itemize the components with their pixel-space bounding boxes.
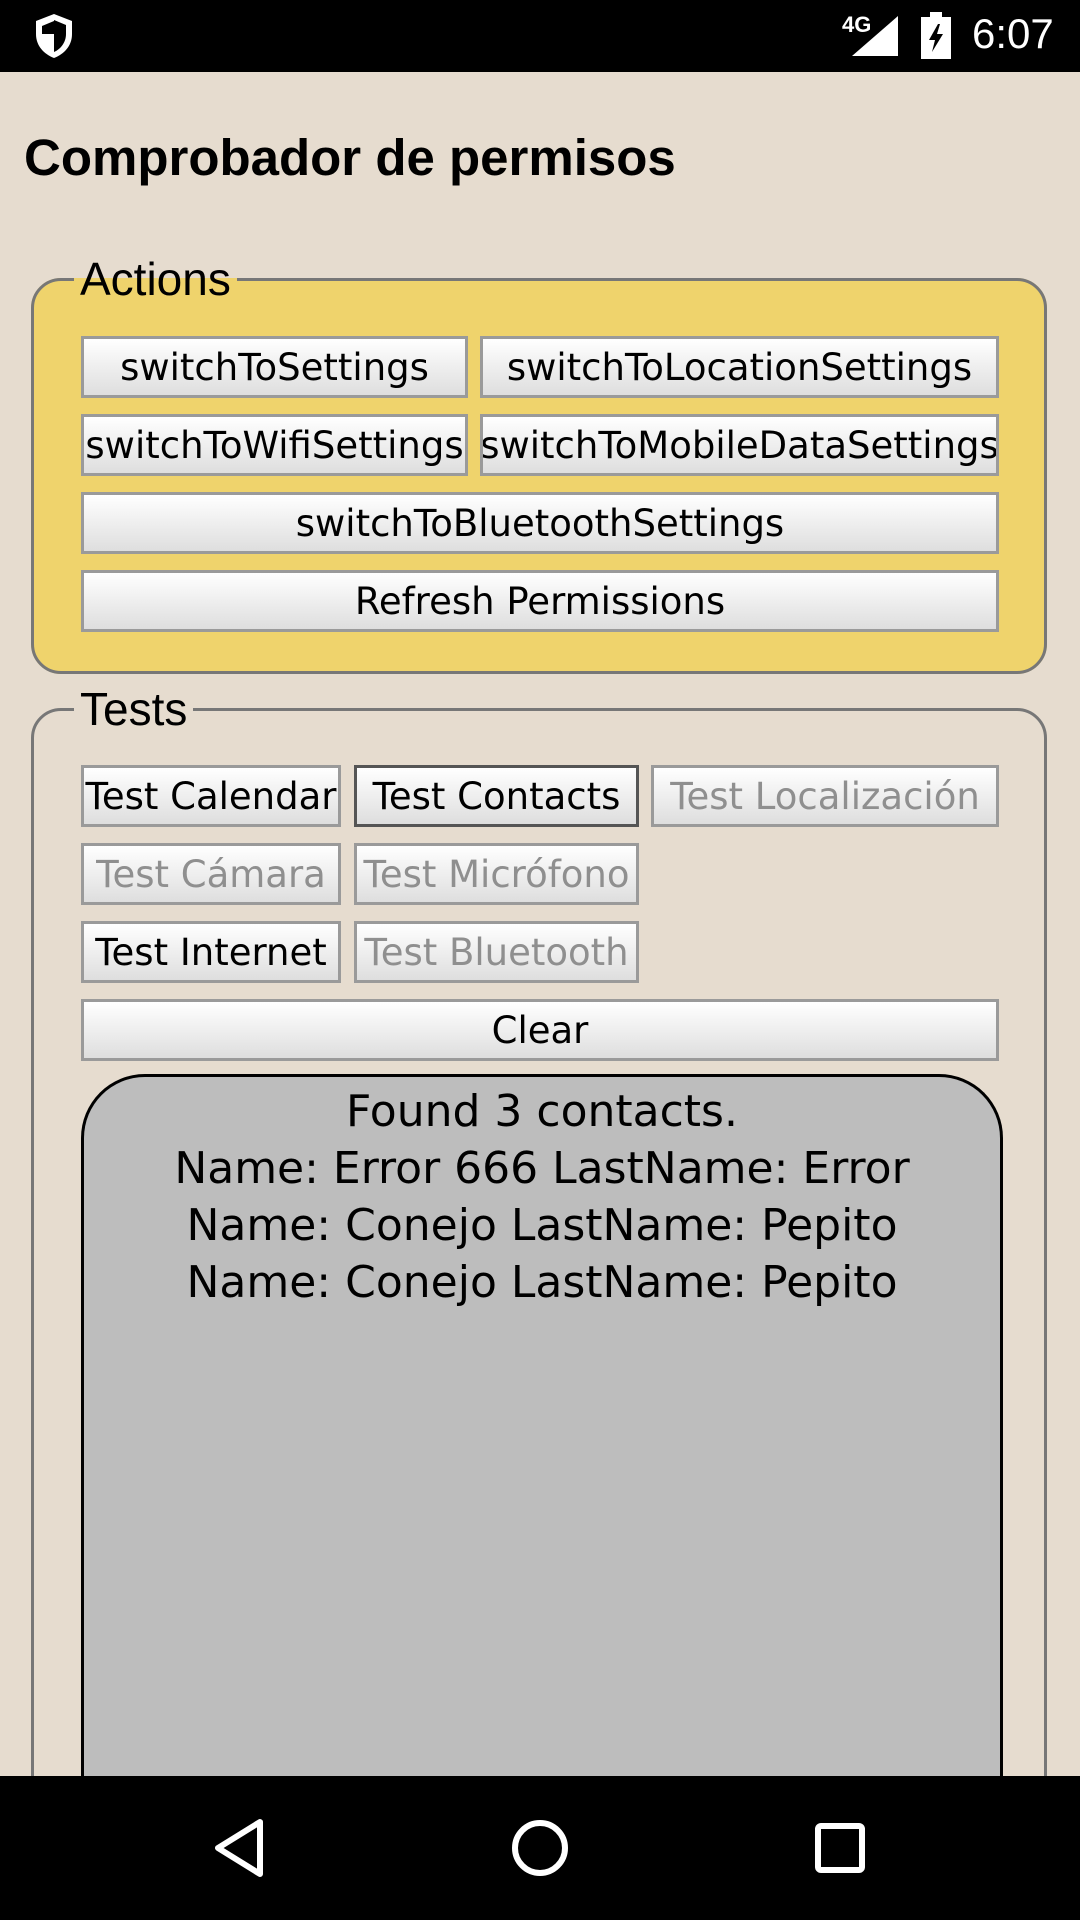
test-camera-button[interactable]: Test Cámara: [81, 843, 341, 905]
test-calendar-button[interactable]: Test Calendar: [81, 765, 341, 827]
test-internet-button[interactable]: Test Internet: [81, 921, 341, 983]
actions-legend: Actions: [80, 253, 231, 305]
recent-apps-icon[interactable]: [800, 1808, 880, 1888]
result-line: Name: Conejo LastName: Pepito: [186, 1257, 898, 1308]
tests-legend: Tests: [80, 683, 188, 735]
switch-to-settings-button[interactable]: switchToSettings: [81, 336, 468, 398]
signal-icon: [852, 16, 898, 56]
home-icon[interactable]: [500, 1808, 580, 1888]
test-contacts-button[interactable]: Test Contacts: [354, 765, 639, 827]
switch-to-bluetooth-settings-button[interactable]: switchToBluetoothSettings: [81, 492, 999, 554]
navigation-bar: [0, 1776, 1080, 1920]
switch-to-location-settings-button[interactable]: switchToLocationSettings: [480, 336, 999, 398]
battery-charging-icon: [921, 12, 951, 59]
test-bluetooth-button[interactable]: Test Bluetooth: [354, 921, 639, 983]
test-location-button[interactable]: Test Localización: [651, 765, 999, 827]
result-line: Name: Error 666 LastName: Error: [174, 1143, 910, 1194]
result-line: Found 3 contacts.: [346, 1086, 738, 1137]
status-bar: 4G 6:07: [0, 0, 1080, 72]
clock: 6:07: [972, 10, 1054, 57]
back-icon[interactable]: [200, 1808, 280, 1888]
test-microphone-button[interactable]: Test Micrófono: [354, 843, 639, 905]
shield-icon: [36, 14, 72, 58]
result-line: Name: Conejo LastName: Pepito: [186, 1200, 898, 1251]
clear-button[interactable]: Clear: [81, 999, 999, 1061]
page-title: Comprobador de permisos: [24, 129, 676, 186]
switch-to-mobile-data-settings-button[interactable]: switchToMobileDataSettings: [480, 414, 999, 476]
switch-to-wifi-settings-button[interactable]: switchToWifiSettings: [81, 414, 468, 476]
refresh-permissions-button[interactable]: Refresh Permissions: [81, 570, 999, 632]
